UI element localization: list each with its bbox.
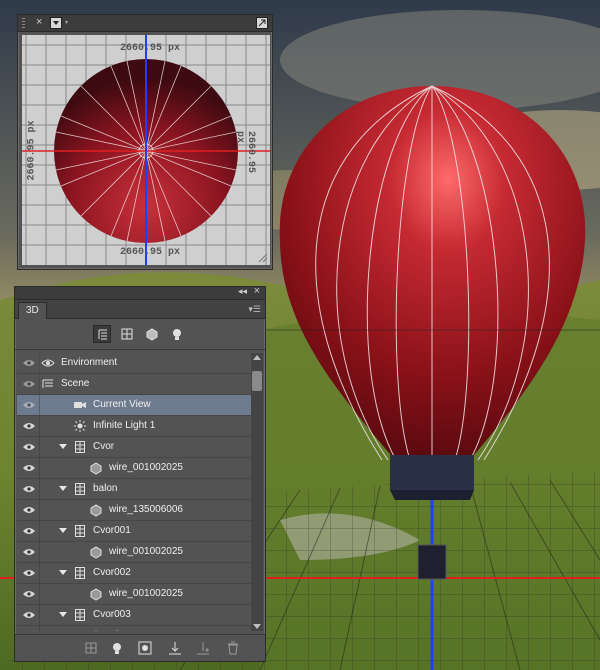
visibility-eye-icon[interactable]: [19, 458, 40, 478]
panel-grip-icon[interactable]: [22, 18, 25, 28]
drop-to-ground-icon[interactable]: [167, 640, 183, 656]
material-icon: [89, 461, 103, 475]
mesh-icon: [73, 524, 87, 538]
scene-icon: [41, 377, 55, 391]
scene-layer-list[interactable]: Environment Scene Current View Infinite Lig…: [17, 353, 251, 631]
dimension-label-top: 2660.95 px: [120, 43, 181, 54]
layer-row[interactable]: Environment: [17, 353, 251, 374]
delete-icon[interactable]: [225, 640, 241, 656]
mesh-icon: [73, 440, 87, 454]
visibility-eye-icon[interactable]: [19, 626, 40, 631]
layer-row-label: Cvor001: [93, 525, 131, 536]
layer-row[interactable]: Cvor001: [17, 521, 251, 542]
layer-list-scrollbar[interactable]: [251, 353, 263, 631]
3d-panel-titlebar[interactable]: ◂◂ ×: [15, 285, 265, 300]
visibility-eye-icon[interactable]: [19, 563, 40, 583]
layer-row-label: wire_001002025: [109, 462, 183, 473]
expand-triangle-icon[interactable]: [59, 570, 67, 575]
scroll-up-icon[interactable]: [253, 355, 261, 360]
dimension-label-right: 2660.95 px: [234, 131, 256, 174]
layer-row-label: wire_001002025: [109, 626, 183, 631]
meshes-icon[interactable]: [118, 325, 136, 343]
camera-view-dropdown-icon[interactable]: [50, 17, 72, 29]
swap-views-icon[interactable]: [256, 17, 268, 29]
layer-row[interactable]: Cvor002: [17, 563, 251, 584]
3d-panel-bottom-toolbar: [15, 634, 265, 661]
visibility-eye-icon[interactable]: [19, 605, 40, 625]
add-light-icon[interactable]: [109, 640, 125, 656]
layer-row[interactable]: Current View: [17, 395, 251, 416]
environment-icon: [41, 356, 55, 370]
tab-3d[interactable]: 3D: [18, 302, 47, 319]
visibility-eye-icon[interactable]: [19, 374, 40, 394]
expand-triangle-icon[interactable]: [59, 528, 67, 533]
dimension-label-bottom: 2660.95 px: [120, 247, 181, 258]
3d-panel[interactable]: ◂◂ × 3D ▾☰ Environment Scene Current View I…: [14, 285, 266, 662]
mesh-icon: [73, 482, 87, 496]
scroll-down-icon[interactable]: [253, 624, 261, 629]
filter-toolbar: [15, 319, 265, 350]
mesh-icon: [73, 608, 87, 622]
layer-row-label: wire_135006006: [109, 504, 183, 515]
secondary-view-titlebar[interactable]: ×: [18, 15, 272, 32]
layer-row[interactable]: wire_135006006: [17, 500, 251, 521]
visibility-eye-icon[interactable]: [19, 584, 40, 604]
add-mesh-icon[interactable]: [83, 640, 99, 656]
visibility-eye-icon[interactable]: [19, 479, 40, 499]
secondary-view-viewport[interactable]: 2660.95 px 2660.95 px 2660.95 px 2660.95…: [22, 35, 270, 265]
panel-menu-icon[interactable]: ▾☰: [248, 304, 261, 315]
mesh-icon: [73, 566, 87, 580]
resize-grip-icon[interactable]: [258, 253, 268, 263]
layer-row[interactable]: Infinite Light 1: [17, 416, 251, 437]
material-icon: [89, 503, 103, 517]
lights-icon[interactable]: [168, 325, 186, 343]
dimension-label-left: 2660.95 px: [26, 120, 38, 181]
layer-row[interactable]: wire_001002025: [17, 626, 251, 631]
materials-icon[interactable]: [143, 325, 161, 343]
new-object-icon[interactable]: [195, 640, 211, 656]
layer-row[interactable]: Cvor003: [17, 605, 251, 626]
whole-scene-icon[interactable]: [93, 325, 111, 343]
layer-row[interactable]: Scene: [17, 374, 251, 395]
visibility-eye-icon[interactable]: [19, 353, 40, 373]
layer-row-label: wire_001002025: [109, 546, 183, 557]
scroll-thumb[interactable]: [252, 371, 262, 391]
layer-row-label: Current View: [93, 399, 151, 410]
layer-row[interactable]: wire_001002025: [17, 584, 251, 605]
render-icon[interactable]: [137, 640, 153, 656]
layer-row-label: Cvor002: [93, 567, 131, 578]
visibility-eye-icon[interactable]: [19, 542, 40, 562]
3d-panel-tabbar: 3D ▾☰: [15, 300, 265, 319]
close-panel-icon[interactable]: ×: [254, 285, 260, 297]
expand-triangle-icon[interactable]: [59, 444, 67, 449]
material-icon: [89, 587, 103, 601]
layer-row[interactable]: wire_001002025: [17, 542, 251, 563]
camera-icon: [73, 398, 87, 412]
layer-row-label: Infinite Light 1: [93, 420, 156, 431]
visibility-eye-icon[interactable]: [19, 395, 40, 415]
visibility-eye-icon[interactable]: [19, 437, 40, 457]
layer-row-label: Cvor003: [93, 609, 131, 620]
visibility-eye-icon[interactable]: [19, 521, 40, 541]
collapse-panel-icon[interactable]: ◂◂: [238, 286, 247, 297]
expand-triangle-icon[interactable]: [59, 612, 67, 617]
expand-triangle-icon[interactable]: [59, 486, 67, 491]
layer-row-label: balon: [93, 483, 118, 494]
visibility-eye-icon[interactable]: [19, 500, 40, 520]
layer-row-label: wire_001002025: [109, 588, 183, 599]
layer-row-label: Cvor: [93, 441, 115, 452]
layer-row[interactable]: wire_001002025: [17, 458, 251, 479]
layer-row[interactable]: balon: [17, 479, 251, 500]
material-icon: [89, 545, 103, 559]
visibility-eye-icon[interactable]: [19, 416, 40, 436]
layer-row-label: Environment: [61, 357, 118, 368]
secondary-view-panel[interactable]: × 2660.95 px 2660.95 px 2660.95 px 2660.…: [17, 14, 273, 270]
material-icon: [89, 629, 103, 631]
layer-row-label: Scene: [61, 378, 90, 389]
light-icon: [73, 419, 87, 433]
layer-row[interactable]: Cvor: [17, 437, 251, 458]
close-icon[interactable]: ×: [36, 16, 42, 28]
